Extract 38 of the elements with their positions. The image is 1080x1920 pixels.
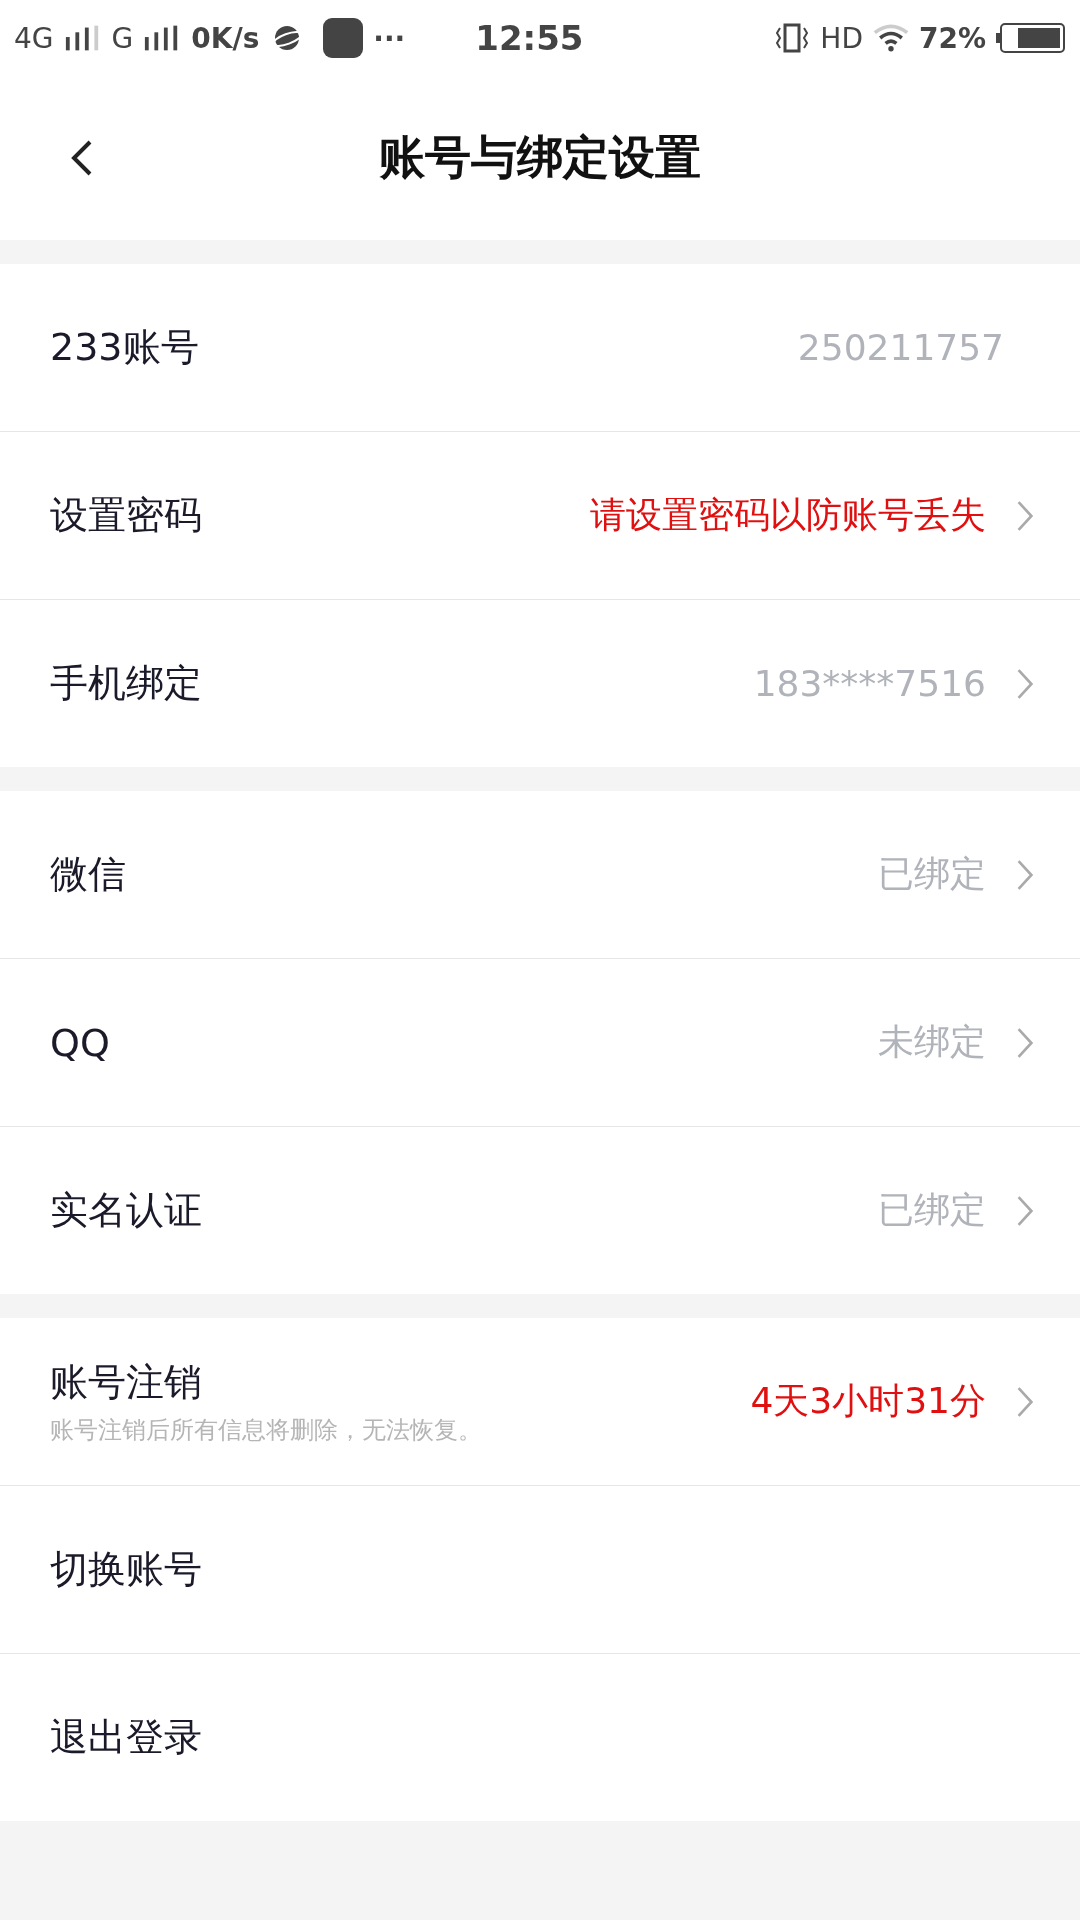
more-label: ··· [373, 21, 406, 55]
row-value: 250211757 [797, 327, 1004, 368]
row-value: 未绑定 [878, 1020, 986, 1064]
row-label: 微信 [50, 851, 127, 898]
app-icon [323, 18, 364, 58]
settings-row[interactable]: 手机绑定 183****7516 [0, 600, 1080, 767]
row-value: 183****7516 [753, 663, 986, 704]
hd-label: HD [820, 21, 863, 55]
clock: 12:55 [475, 18, 584, 58]
row-value: 4天3小时31分 [750, 1379, 986, 1423]
settings-row[interactable]: 微信 已绑定 [0, 791, 1080, 959]
row-label: QQ [50, 1020, 111, 1065]
settings-row[interactable]: 退出登录 [0, 1654, 1080, 1821]
battery-label: 72% [918, 21, 986, 55]
settings-row[interactable]: 233账号 250211757 [0, 264, 1080, 432]
settings-row[interactable]: 设置密码 请设置密码以防账号丢失 [0, 432, 1080, 600]
settings-row[interactable]: 切换账号 [0, 1486, 1080, 1654]
row-subtitle: 账号注销后所有信息将删除，无法恢复。 [50, 1415, 483, 1446]
settings-row[interactable]: QQ 未绑定 [0, 959, 1080, 1127]
row-label: 切换账号 [50, 1546, 203, 1593]
network-label: G [111, 21, 134, 55]
row-value: 已绑定 [878, 852, 986, 896]
speed-label: 0K/s [191, 21, 260, 55]
row-label: 退出登录 [50, 1714, 203, 1761]
row-value: 已绑定 [878, 1188, 986, 1232]
wifi-icon [872, 22, 909, 54]
battery-icon [996, 23, 1066, 53]
row-label: 设置密码 [50, 492, 203, 539]
row-value: 请设置密码以防账号丢失 [590, 493, 986, 537]
settings-row[interactable]: 账号注销 账号注销后所有信息将删除，无法恢复。 4天3小时31分 [0, 1318, 1080, 1486]
row-label: 233账号 [50, 324, 200, 371]
row-label: 实名认证 [50, 1187, 203, 1234]
settings-row[interactable]: 实名认证 已绑定 [0, 1127, 1080, 1294]
row-label: 账号注销 [50, 1359, 203, 1406]
vibrate-icon [774, 22, 811, 54]
row-label: 手机绑定 [50, 660, 203, 707]
network-label: 4G [14, 21, 54, 55]
page-title: 账号与绑定设置 [379, 129, 701, 186]
